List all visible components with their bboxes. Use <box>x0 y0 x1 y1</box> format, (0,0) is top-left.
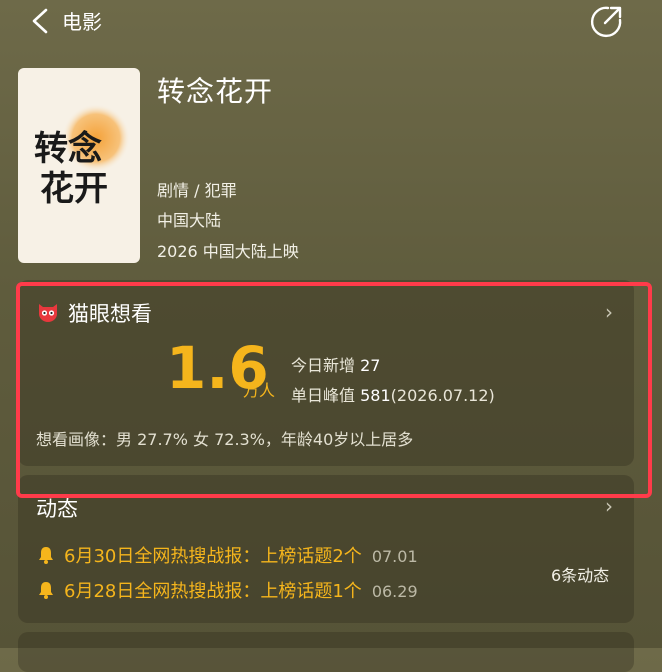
bell-icon <box>39 547 53 564</box>
maoyan-cat-icon <box>39 304 57 322</box>
want-count-unit: 万人 <box>243 381 276 400</box>
news-item-date: 06.29 <box>371 582 418 601</box>
news-count[interactable]: 6条动态 <box>551 562 609 586</box>
share-icon[interactable] <box>590 4 624 38</box>
poster-calligraphy-line1: 转念 <box>34 129 102 169</box>
bell-icon <box>39 582 53 599</box>
want-chevron-right-icon[interactable]: › <box>605 300 613 324</box>
nav-title[interactable]: 电影 <box>62 6 102 35</box>
news-chevron-right-icon[interactable]: › <box>605 494 613 518</box>
today-new-stat: 今日新增 27 <box>291 352 380 376</box>
movie-poster[interactable]: 转念 花开 <box>18 68 140 263</box>
news-item[interactable]: 6月30日全网热搜战报：上榜话题2个 07.01 <box>38 542 418 568</box>
audience-portrait: 想看画像：男 27.7% 女 72.3%，年龄40岁以上居多 <box>36 430 414 449</box>
news-section-title: 动态 <box>36 497 78 521</box>
want-section-title: 猫眼想看 <box>68 302 152 326</box>
poster-calligraphy-line2: 花开 <box>40 169 108 209</box>
poster-artwork: 转念 花开 <box>34 104 130 209</box>
movie-region: 中国大陆 <box>157 211 222 230</box>
news-item-text: 6月30日全网热搜战报：上榜话题2个 <box>64 546 362 567</box>
back-arrow-icon[interactable] <box>30 8 52 34</box>
daily-peak-value: 581 <box>360 386 391 405</box>
daily-peak-date: (2026.07.12) <box>390 386 495 405</box>
news-item-text: 6月28日全网热搜战报：上榜话题1个 <box>64 581 362 602</box>
today-new-value: 27 <box>360 356 381 375</box>
daily-peak-label: 单日峰值 <box>291 386 356 405</box>
movie-genre: 剧情 / 犯罪 <box>157 181 237 200</box>
daily-peak-stat: 单日峰值 581(2026.07.12) <box>291 382 495 406</box>
next-section-card <box>18 632 634 672</box>
movie-release: 2026 中国大陆上映 <box>157 242 299 261</box>
news-item-date: 07.01 <box>371 547 418 566</box>
news-item[interactable]: 6月28日全网热搜战报：上榜话题1个 06.29 <box>38 577 418 603</box>
top-bar: 电影 <box>0 0 662 44</box>
movie-title: 转念花开 <box>157 75 274 108</box>
today-new-label: 今日新增 <box>291 356 356 375</box>
